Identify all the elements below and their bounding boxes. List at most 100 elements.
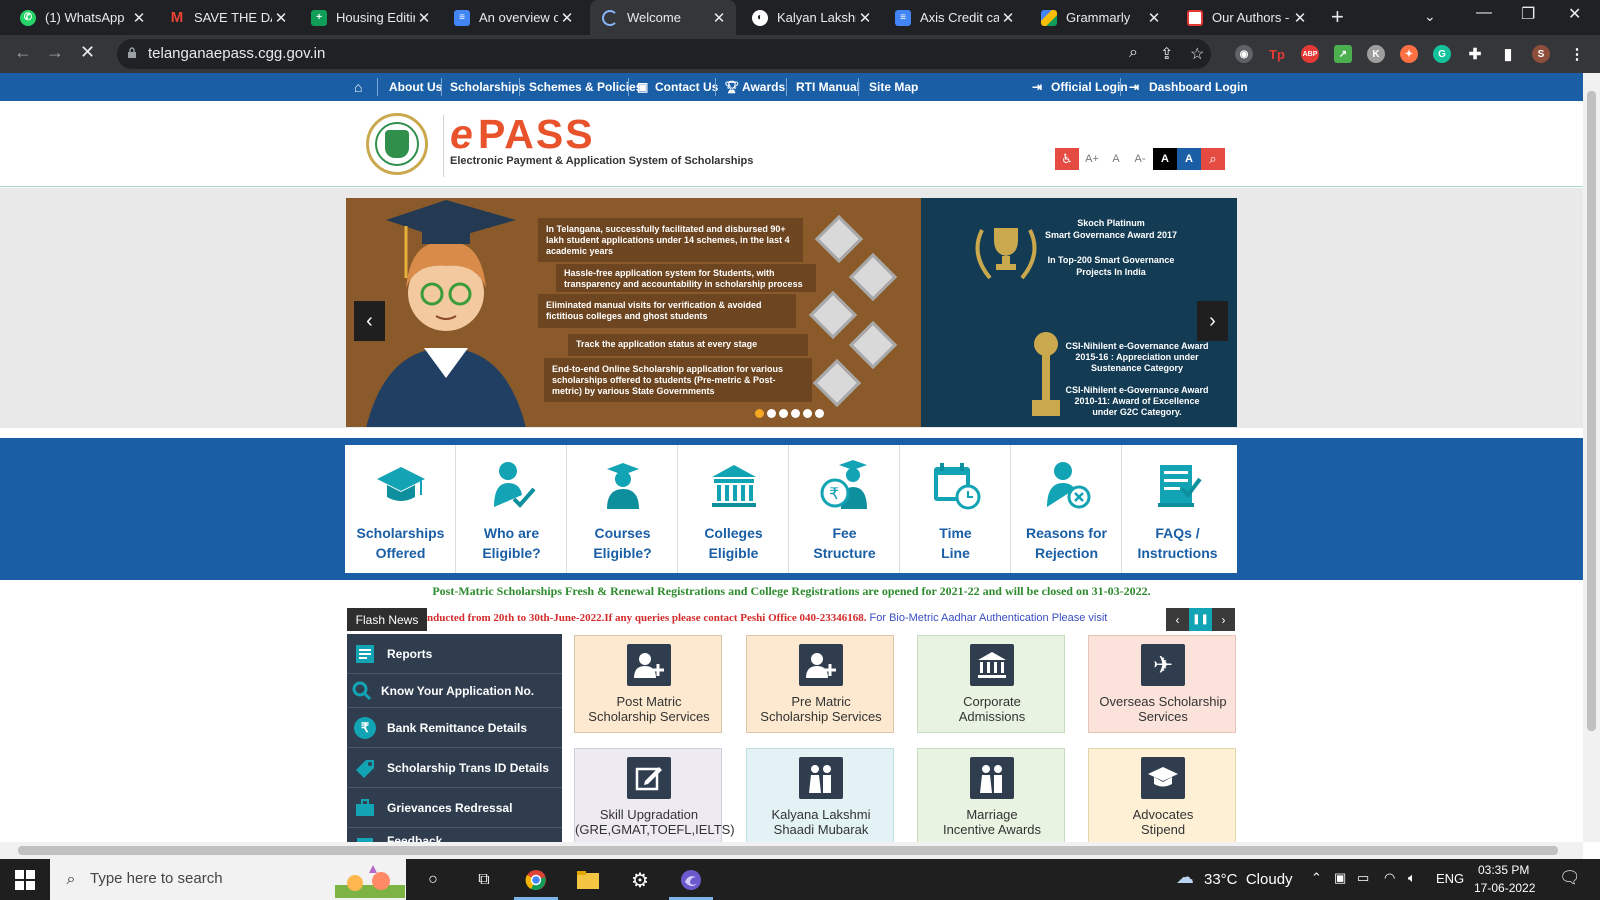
slider-dot[interactable] [755, 409, 764, 418]
dashboard-login-link[interactable]: Dashboard Login [1149, 73, 1248, 101]
flash-prev-button[interactable]: ‹ [1166, 608, 1189, 631]
window-close-icon[interactable]: ✕ [1568, 4, 1581, 24]
service-marriage-incentive[interactable]: Marriage Incentive Awards [917, 748, 1065, 842]
tab-housing[interactable]: + Housing Editin ✕ [299, 0, 441, 35]
grammarly-icon[interactable]: G [1433, 45, 1451, 63]
category-faqs-instructions[interactable]: FAQs / Instructions [1122, 445, 1233, 573]
adblock-icon[interactable]: ABP [1301, 45, 1319, 63]
slider-prev-button[interactable]: ‹ [354, 301, 385, 341]
home-icon[interactable]: ⌂ [354, 73, 362, 101]
clock-time[interactable]: 03:35 PM [1478, 863, 1529, 877]
tab-axis[interactable]: ≡ Axis Credit ca ✕ [883, 0, 1025, 35]
windows-start-icon[interactable] [12, 867, 38, 893]
telangana-emblem-logo[interactable] [366, 113, 428, 175]
close-icon[interactable]: ✕ [1291, 9, 1309, 27]
sidebar-item-trans-id[interactable]: Scholarship Trans ID Details [347, 748, 562, 788]
profile-k-icon[interactable]: K [1367, 45, 1385, 63]
sidebar-item-feedback[interactable]: Feedback [347, 828, 562, 842]
cortana-icon[interactable]: ○ [420, 867, 446, 893]
horizontal-scrollbar[interactable] [0, 842, 1583, 859]
dark-theme-button[interactable]: A [1153, 148, 1177, 170]
slider-dot[interactable] [791, 409, 800, 418]
new-tab-icon[interactable]: + [1331, 4, 1344, 30]
sidebar-item-know-application[interactable]: Know Your Application No. [347, 674, 562, 708]
back-icon[interactable]: ← [14, 42, 32, 63]
forward-icon[interactable]: → [46, 42, 64, 63]
edge-app-icon[interactable] [678, 867, 704, 893]
tab-overview[interactable]: ≡ An overview o ✕ [442, 0, 584, 35]
slider-dot[interactable] [803, 409, 812, 418]
slider-next-button[interactable]: › [1197, 301, 1228, 341]
vertical-scrollbar[interactable] [1583, 73, 1600, 842]
close-icon[interactable]: ✕ [415, 9, 433, 27]
stop-loading-icon[interactable]: ✕ [80, 42, 95, 63]
tab-search-icon[interactable]: ⌄ [1424, 8, 1436, 25]
tab-welcome[interactable]: Welcome ✕ [590, 0, 736, 35]
category-scholarships-offered[interactable]: Scholarships Offered [345, 445, 456, 573]
file-explorer-icon[interactable] [575, 867, 601, 893]
weather-icon[interactable]: ☁ [1176, 867, 1194, 888]
font-normal-button[interactable]: A [1104, 148, 1128, 170]
tab-gmail[interactable]: M SAVE THE DAT ✕ [157, 0, 298, 35]
settings-gear-icon[interactable]: ⚙ [627, 867, 653, 893]
nav-about-us[interactable]: About Us [389, 73, 442, 101]
taskbar-search-box[interactable]: ⌕ Type here to search [50, 859, 406, 900]
wifi-icon[interactable]: ◠ [1384, 870, 1395, 886]
show-hidden-icons[interactable]: ⌃ [1311, 870, 1322, 886]
language-indicator[interactable]: ENG [1436, 871, 1464, 886]
official-login-link[interactable]: Official Login [1051, 73, 1128, 101]
category-reasons-rejection[interactable]: Reasons for Rejection [1011, 445, 1122, 573]
slider-dot[interactable] [815, 409, 824, 418]
search-icon[interactable]: ⌕ [1201, 148, 1225, 170]
slider-dot[interactable] [779, 409, 788, 418]
close-icon[interactable]: ✕ [558, 9, 576, 27]
category-colleges-eligible[interactable]: Colleges Eligible [678, 445, 789, 573]
service-skill-upgradation[interactable]: Skill Upgradation (GRE,GMAT,TOEFL,IELTS) [574, 748, 735, 842]
close-icon[interactable]: ✕ [130, 9, 148, 27]
extension-icon[interactable]: ✦ [1400, 45, 1418, 63]
meet-now-icon[interactable]: ▣ [1334, 870, 1346, 886]
sidebar-item-bank-remittance[interactable]: ₹ Bank Remittance Details [347, 708, 562, 748]
service-advocates-stipend[interactable]: Advocates Stipend [1088, 748, 1236, 842]
battery-icon[interactable]: ▭ [1357, 870, 1369, 886]
weather-text[interactable]: 33°C Cloudy [1204, 871, 1293, 888]
close-icon[interactable]: ✕ [710, 9, 728, 27]
sidebar-item-reports[interactable]: Reports [347, 634, 562, 674]
volume-icon[interactable]: 🔈︎ [1408, 870, 1416, 886]
tab-kalyan[interactable]: ◐ Kalyan Lakshm ✕ [740, 0, 882, 35]
service-kalyana-lakshmi[interactable]: Kalyana Lakshmi Shaadi Mubarak [746, 748, 894, 842]
nav-schemes-policies[interactable]: Schemes & Policies [529, 73, 642, 101]
close-icon[interactable]: ✕ [1145, 9, 1163, 27]
restore-icon[interactable]: ❐ [1521, 4, 1535, 24]
bookmark-star-icon[interactable]: ☆ [1190, 44, 1204, 64]
url-text[interactable]: telanganaepass.cgg.gov.in [148, 45, 325, 62]
flash-news-link[interactable]: For Bio-Metric Aadhar Authentication Ple… [866, 612, 1108, 624]
slider-dot[interactable] [767, 409, 776, 418]
avatar[interactable]: S [1532, 45, 1550, 63]
nav-scholarships[interactable]: Scholarships [450, 73, 525, 101]
extension-icon[interactable]: ◉ [1235, 45, 1253, 63]
flash-news-ticker[interactable]: nducted from 20th to 30th-June-2022.If a… [427, 612, 1167, 624]
category-who-eligible[interactable]: Who are Eligible? [456, 445, 567, 573]
close-icon[interactable]: ✕ [272, 9, 290, 27]
blue-theme-button[interactable]: A [1177, 148, 1201, 170]
task-view-icon[interactable]: ⧉ [471, 867, 497, 893]
notification-icon[interactable]: 🗨︎ [1559, 868, 1581, 888]
tab-authors[interactable]: Our Authors - ✕ [1175, 0, 1317, 35]
service-corporate-admissions[interactable]: Corporate Admissions [917, 635, 1065, 733]
taskbar-search-placeholder[interactable]: Type here to search [90, 870, 223, 887]
close-icon[interactable]: ✕ [999, 9, 1017, 27]
accessibility-icon[interactable]: ♿︎ [1055, 148, 1079, 170]
tab-whatsapp[interactable]: ✆ (1) WhatsApp ✕ [8, 0, 156, 35]
minimize-icon[interactable]: — [1476, 4, 1492, 22]
nav-site-map[interactable]: Site Map [869, 73, 918, 101]
side-panel-icon[interactable]: ▮ [1499, 45, 1517, 63]
extensions-puzzle-icon[interactable]: ✚ [1466, 45, 1484, 63]
flash-pause-button[interactable]: ❚❚ [1189, 608, 1212, 631]
category-fee-structure[interactable]: ₹ Fee Structure [789, 445, 900, 573]
zoom-icon[interactable]: ⌕ [1129, 44, 1138, 62]
share-icon[interactable]: ⇪ [1160, 44, 1173, 64]
font-decrease-button[interactable]: A- [1128, 148, 1152, 170]
category-time-line[interactable]: Time Line [900, 445, 1011, 573]
tp-extension-icon[interactable]: Tp [1268, 45, 1286, 63]
